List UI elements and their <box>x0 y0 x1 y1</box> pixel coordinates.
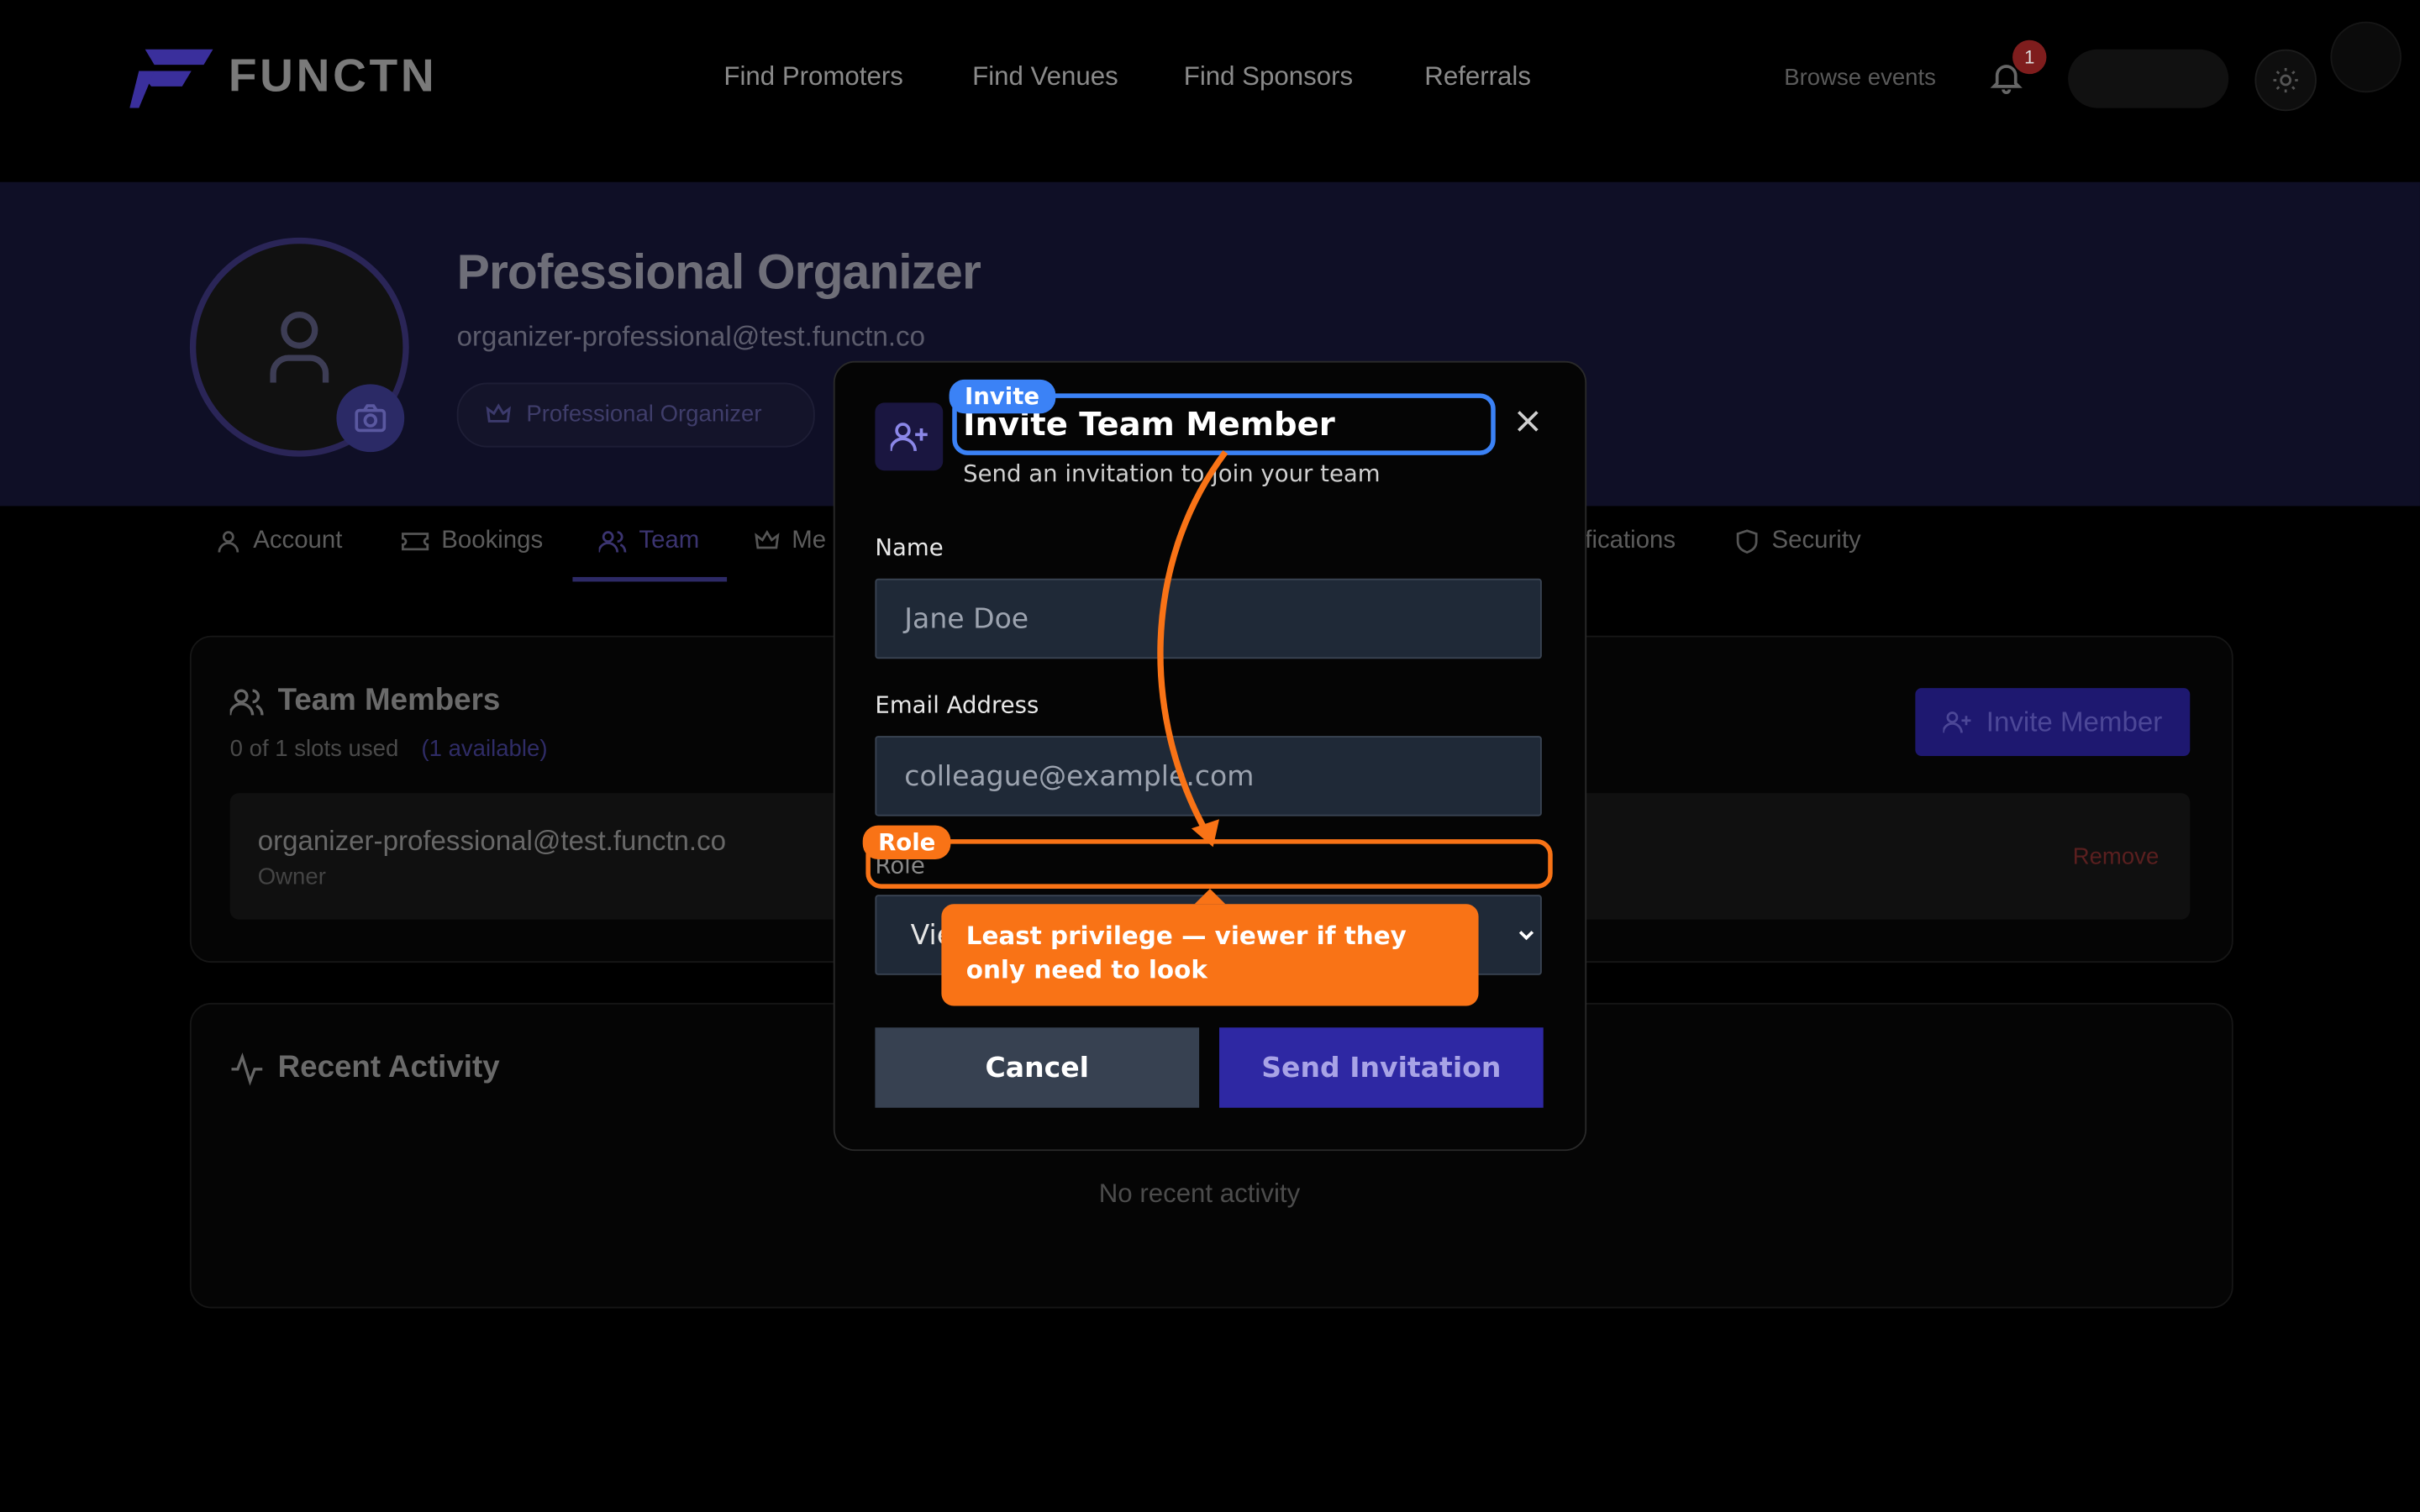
user-icon <box>218 531 239 553</box>
tab-bookings[interactable]: Bookings <box>402 528 544 555</box>
remove-member-button[interactable]: Remove <box>2073 844 2160 870</box>
crown-icon <box>486 403 511 423</box>
nav-referrals[interactable]: Referrals <box>1424 61 1531 92</box>
profile-email: organizer-professional@test.functn.co <box>456 321 925 352</box>
least-privilege-callout: Least privilege — viewer if they only ne… <box>941 904 1479 1006</box>
tab-notifications-label: fications <box>1585 528 1676 554</box>
tab-account[interactable]: Account <box>216 528 342 555</box>
user-plus-icon <box>1943 711 1971 733</box>
role-badge: Professional Organizer <box>456 382 815 448</box>
tab-security[interactable]: Security <box>1734 528 1861 555</box>
tab-notifications[interactable]: fications <box>1585 528 1676 555</box>
users-icon <box>598 531 627 553</box>
cancel-button[interactable]: Cancel <box>875 1027 1200 1108</box>
chevron-down-icon <box>1518 931 1534 941</box>
tab-bookings-label: Bookings <box>441 528 544 554</box>
user-plus-icon <box>890 423 928 452</box>
logo-mark-icon <box>129 49 213 108</box>
nav-find-venues[interactable]: Find Venues <box>972 61 1118 92</box>
browse-events-link[interactable]: Browse events <box>1784 65 1936 91</box>
invite-tag: Invite <box>949 379 1055 414</box>
role-tag: Role <box>862 825 951 860</box>
recent-activity-title: Recent Activity <box>277 1050 500 1085</box>
email-label: Email Address <box>875 690 1039 719</box>
users-icon <box>229 689 264 716</box>
slots-used: 0 of 1 slots used <box>229 736 399 763</box>
ticket-icon <box>402 533 429 551</box>
annotation-arrow <box>1157 449 1228 848</box>
notifications-button[interactable]: 1 <box>1988 39 2047 99</box>
tab-security-label: Security <box>1771 528 1861 554</box>
close-button[interactable] <box>1509 402 1546 439</box>
logo[interactable]: FUNCTN <box>129 46 437 108</box>
activity-icon <box>231 1053 263 1086</box>
shield-icon <box>1736 529 1758 554</box>
nav-find-sponsors[interactable]: Find Sponsors <box>1184 61 1353 92</box>
tab-membership-label: Me <box>792 528 827 554</box>
no-activity-text: No recent activity <box>1098 1179 1301 1209</box>
sun-icon <box>2273 67 2298 93</box>
tab-team-label: Team <box>639 528 700 554</box>
role-badge-label: Professional Organizer <box>526 401 762 428</box>
name-placeholder: Jane Doe <box>904 602 1029 635</box>
invite-member-label: Invite Member <box>1986 706 2163 738</box>
theme-toggle-button[interactable] <box>2254 49 2317 112</box>
tab-active-underline <box>572 576 728 582</box>
slots-available: (1 available) <box>421 736 548 763</box>
tab-membership[interactable]: Me <box>755 528 826 555</box>
modal-icon <box>875 402 944 471</box>
member-role: Owner <box>257 864 326 890</box>
profile-name: Professional Organizer <box>456 244 981 300</box>
send-invitation-button[interactable]: Send Invitation <box>1218 1027 1544 1108</box>
callout-pointer <box>1194 888 1226 905</box>
close-icon <box>1518 411 1539 432</box>
crown-icon <box>755 529 780 549</box>
tab-account-label: Account <box>253 528 343 554</box>
logo-text: FUNCTN <box>228 50 438 102</box>
name-label: Name <box>875 533 944 562</box>
loading-spinner-icon <box>2330 21 2402 93</box>
invite-member-button[interactable]: Invite Member <box>1915 688 2191 756</box>
tab-team[interactable]: Team <box>598 528 700 555</box>
team-members-title: Team Members <box>277 683 501 718</box>
member-email: organizer-professional@test.functn.co <box>257 825 727 857</box>
notification-badge: 1 <box>2012 39 2047 75</box>
change-avatar-button[interactable] <box>336 384 405 453</box>
user-menu-button[interactable] <box>2068 49 2229 108</box>
camera-icon <box>355 404 387 433</box>
nav-find-promoters[interactable]: Find Promoters <box>723 61 902 92</box>
